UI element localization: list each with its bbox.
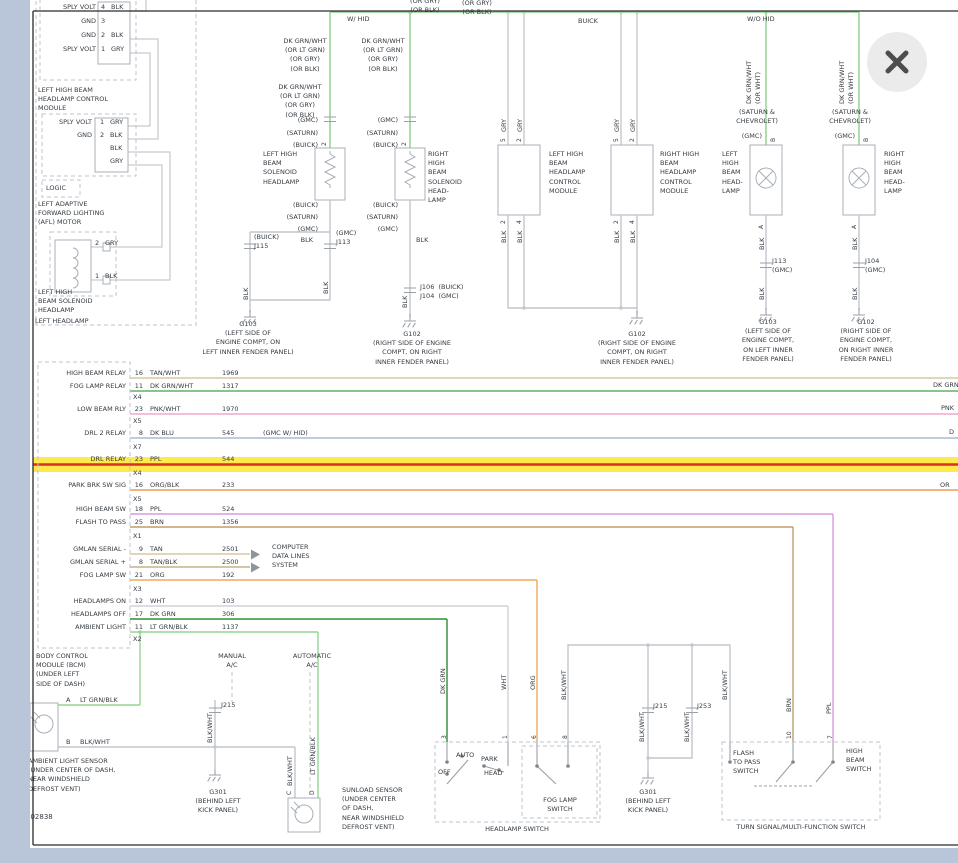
doc-number: 302838 xyxy=(30,813,53,823)
close-button[interactable] xyxy=(867,32,927,92)
doc-number-layer: 302838 xyxy=(30,0,958,848)
diagram-sheet[interactable]: SPLY VOLTGNDGNDSPLY VOLT4BLK32BLK1GRYLEF… xyxy=(30,0,958,848)
diagram-viewer: { "viewer": {"close_icon": "close-x"}, "… xyxy=(0,0,958,863)
close-icon xyxy=(882,47,912,77)
